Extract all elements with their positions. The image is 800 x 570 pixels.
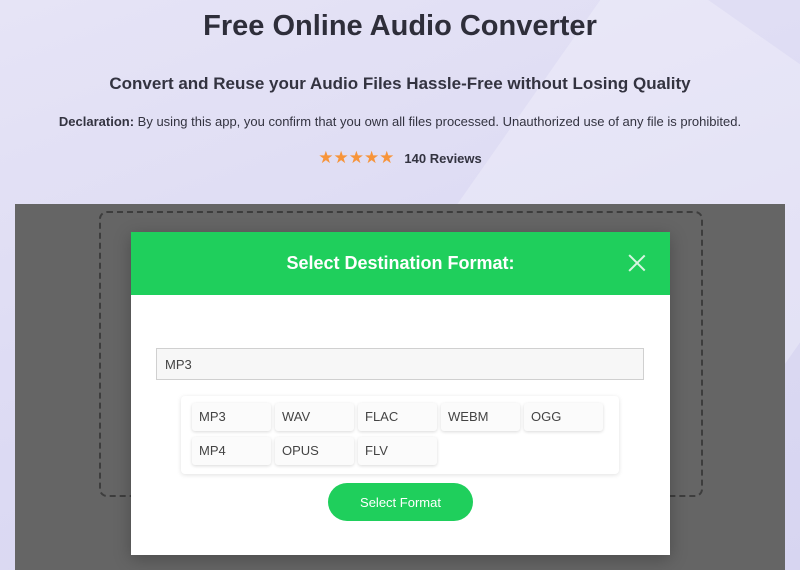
modal-title: Select Destination Format: [286,253,515,273]
format-modal: Select Destination Format: MP3 WAV FLAC … [131,232,670,555]
format-option-flac[interactable]: FLAC [358,403,437,431]
format-option-wav[interactable]: WAV [275,403,354,431]
reviews-count: 140 Reviews [404,150,482,166]
format-option-ogg[interactable]: OGG [524,403,603,431]
modal-header: Select Destination Format: [131,232,670,295]
rating: ★★★★★ 140 Reviews [0,148,800,168]
declaration: Declaration: By using this app, you conf… [0,114,800,129]
declaration-text: By using this app, you confirm that you … [134,114,742,129]
format-input[interactable] [156,348,644,380]
page-subtitle: Convert and Reuse your Audio Files Hassl… [109,74,691,93]
close-icon[interactable] [628,254,646,272]
page-title: Free Online Audio Converter [203,10,597,42]
format-options: MP3 WAV FLAC WEBM OGG MP4 OPUS FLV [181,396,619,474]
star-icon: ★★★★★ [318,148,395,167]
format-option-mp4[interactable]: MP4 [192,437,271,465]
format-option-webm[interactable]: WEBM [441,403,520,431]
page: Free Online Audio Converter Convert and … [0,0,800,570]
select-format-button[interactable]: Select Format [328,483,473,521]
format-option-flv[interactable]: FLV [358,437,437,465]
declaration-label: Declaration: [58,114,135,129]
format-option-opus[interactable]: OPUS [275,437,354,465]
format-option-mp3[interactable]: MP3 [192,403,271,431]
